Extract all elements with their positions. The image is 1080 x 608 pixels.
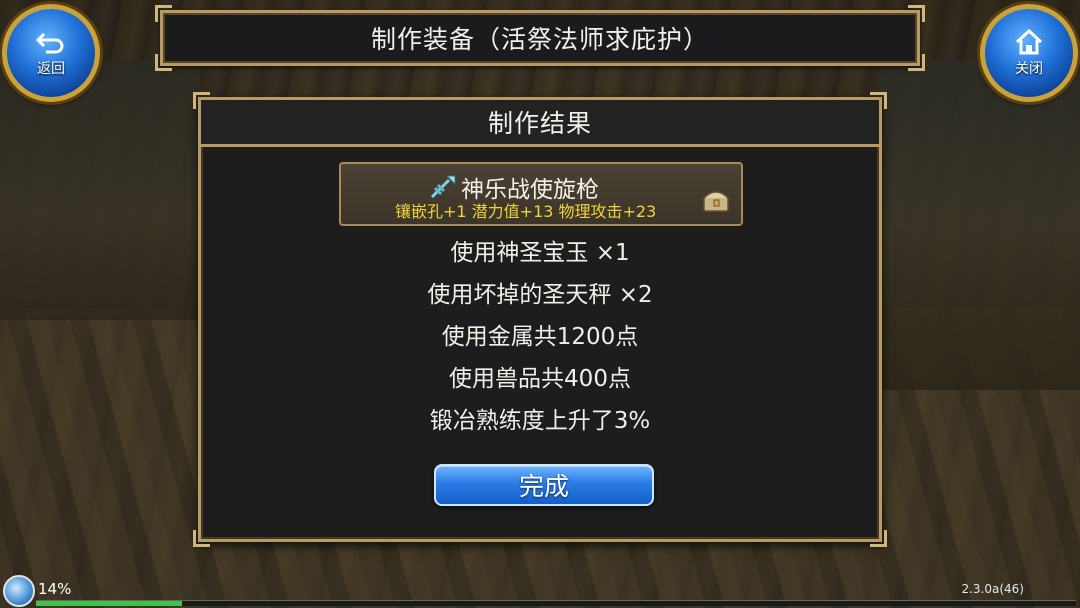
item-stats: 镶嵌孔+1 潜力值+13 物理攻击+23 [395, 202, 657, 221]
page-title: 制作装备（活祭法师求庇护） [370, 25, 709, 54]
background-building-right [880, 60, 1080, 390]
material-usage-list: 使用神圣宝玉 ×1 使用坏掉的圣天秤 ×2 使用金属共1200点 使用兽品共40… [201, 232, 879, 442]
dialog-header: 制作结果 [201, 100, 879, 147]
treasure-chest-icon [703, 191, 729, 212]
progress-bar [36, 600, 1076, 606]
back-arrow-icon [36, 32, 64, 54]
dialog-title: 制作结果 [487, 109, 592, 138]
usage-line: 使用坏掉的圣天秤 ×2 [427, 282, 653, 308]
progress-percent: 14% [38, 580, 72, 598]
done-button[interactable]: 完成 [434, 464, 654, 506]
crafted-item-card[interactable]: 神乐战使旋枪 镶嵌孔+1 潜力值+13 物理攻击+23 [339, 162, 743, 226]
craft-result-dialog: 制作结果 神乐战使旋枪 镶嵌孔+1 潜力值+13 物理攻击+23 使用神圣宝玉 … [193, 92, 887, 547]
usage-line: 使用兽品共400点 [449, 366, 631, 392]
energy-orb-icon [3, 575, 35, 607]
back-button[interactable]: 返回 [2, 4, 100, 102]
usage-line: 使用金属共1200点 [441, 324, 639, 350]
close-button[interactable]: 关闭 [980, 4, 1078, 102]
done-label: 完成 [518, 472, 569, 501]
version-label: 2.3.0a(46) [961, 582, 1024, 596]
progress-fill [36, 601, 182, 606]
close-label: 关闭 [1015, 61, 1043, 77]
usage-line: 锻冶熟练度上升了3% [429, 408, 651, 434]
usage-line: 使用神圣宝玉 ×1 [450, 240, 630, 266]
back-label: 返回 [37, 61, 65, 77]
home-icon [1015, 28, 1043, 55]
spear-icon [430, 175, 456, 199]
title-bar: 制作装备（活祭法师求庇护） [155, 5, 925, 71]
background-building-left [0, 60, 200, 320]
